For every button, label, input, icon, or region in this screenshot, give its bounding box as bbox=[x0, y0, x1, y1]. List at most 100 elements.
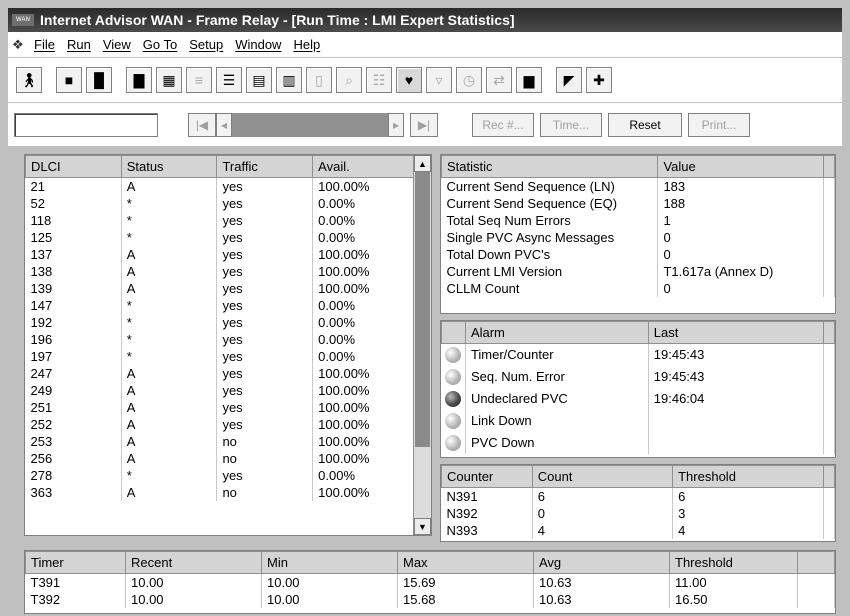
statistic-row[interactable]: CLLM Count 0 bbox=[441, 279, 836, 297]
print-button[interactable]: Print... bbox=[688, 113, 750, 137]
alarm-row[interactable]: Link Down bbox=[441, 409, 836, 432]
value-header[interactable]: Value bbox=[657, 155, 824, 178]
scroll-right-icon[interactable]: ▸ bbox=[388, 113, 404, 137]
scroll-down-icon[interactable]: ▼ bbox=[414, 518, 431, 535]
histogram-icon[interactable]: ▆ bbox=[516, 67, 542, 93]
timer-row[interactable]: T392 10.00 10.00 15.68 10.63 16.50 bbox=[25, 590, 835, 608]
statistic-row[interactable]: Current LMI Version T1.617a (Annex D) bbox=[441, 262, 836, 280]
hex-view-icon[interactable]: ▤ bbox=[246, 67, 272, 93]
dlci-row[interactable]: 118 * yes 0.00% bbox=[25, 211, 414, 229]
count-header[interactable]: Count bbox=[531, 465, 674, 488]
dlci-row[interactable]: 147 * yes 0.00% bbox=[25, 296, 414, 314]
toolbar: 🚶︎ ■ ▐▌ ▇ ▦ ≡ ☰ ▤ ▥ ▯ ⌕ ☷ ♥ ▿ ◷ ⇄ ▆ ◤ ✚ bbox=[8, 58, 842, 102]
statistic-row[interactable]: Current Send Sequence (LN) 183 bbox=[441, 177, 836, 195]
statistic-header[interactable]: Statistic bbox=[440, 155, 659, 178]
dlci-row[interactable]: 196 * yes 0.00% bbox=[25, 330, 414, 348]
dlci-row[interactable]: 192 * yes 0.00% bbox=[25, 313, 414, 331]
time-button[interactable]: Time... bbox=[540, 113, 602, 137]
timer-header[interactable]: Timer bbox=[25, 551, 126, 574]
decode-view-icon[interactable]: ☰ bbox=[216, 67, 242, 93]
min-header[interactable]: Min bbox=[261, 551, 398, 574]
pause-icon[interactable]: ▐▌ bbox=[86, 67, 112, 93]
alarm-row[interactable]: PVC Down bbox=[441, 431, 836, 454]
dlci-scrollbar[interactable]: ▲ ▼ bbox=[413, 155, 431, 535]
record-display-field[interactable] bbox=[14, 113, 158, 137]
statistic-row[interactable]: Single PVC Async Messages 0 bbox=[441, 228, 836, 246]
scroll-left-icon[interactable]: ◂ bbox=[216, 113, 232, 137]
dlci-row[interactable]: 249 Ayes 100.00% bbox=[25, 381, 414, 399]
dlci-row[interactable]: 363 Ano 100.00% bbox=[25, 483, 414, 501]
status-cell: * bbox=[121, 347, 218, 365]
title-bar[interactable]: WAN Internet Advisor WAN - Frame Relay -… bbox=[8, 8, 842, 32]
traffic-cell: yes bbox=[216, 262, 314, 280]
menu-view[interactable]: View bbox=[103, 37, 131, 52]
menu-window[interactable]: Window bbox=[235, 37, 281, 52]
counter-row[interactable]: N392 0 3 bbox=[441, 504, 836, 522]
alarm-last-time: 19:45:43 bbox=[648, 343, 824, 366]
text-view-icon[interactable]: ≡ bbox=[186, 67, 212, 93]
transfer-icon[interactable]: ⇄ bbox=[486, 67, 512, 93]
timer-threshold-header[interactable]: Threshold bbox=[669, 551, 798, 574]
max-header[interactable]: Max bbox=[397, 551, 534, 574]
dlci-row[interactable]: 252 Ayes 100.00% bbox=[25, 415, 414, 433]
threshold-header[interactable]: Threshold bbox=[672, 465, 824, 488]
alarm-row[interactable]: Undeclared PVC 19:46:04 bbox=[441, 387, 836, 410]
menu-file[interactable]: File bbox=[34, 37, 55, 52]
add-icon[interactable]: ✚ bbox=[586, 67, 612, 93]
alarm-row[interactable]: Seq. Num. Error 19:45:43 bbox=[441, 365, 836, 388]
record-scrollbar[interactable] bbox=[232, 113, 388, 137]
dlci-row[interactable]: 256 Ano 100.00% bbox=[25, 449, 414, 467]
expert-stats-icon[interactable]: ♥ bbox=[396, 67, 422, 93]
recent-header[interactable]: Recent bbox=[125, 551, 262, 574]
bucket-icon[interactable]: ▿ bbox=[426, 67, 452, 93]
dlci-row[interactable]: 247 Ayes 100.00% bbox=[25, 364, 414, 382]
rec-button[interactable]: Rec #... bbox=[472, 113, 534, 137]
scroll-up-icon[interactable]: ▲ bbox=[414, 155, 431, 172]
traffic-header[interactable]: Traffic bbox=[216, 155, 314, 178]
pointer-icon[interactable]: ◤ bbox=[556, 67, 582, 93]
statistic-row[interactable]: Current Send Sequence (EQ) 188 bbox=[441, 194, 836, 212]
menu-help[interactable]: Help bbox=[293, 37, 320, 52]
dlci-row[interactable]: 138 Ayes 100.00% bbox=[25, 262, 414, 280]
menu-run[interactable]: Run bbox=[67, 37, 91, 52]
dlci-row[interactable]: 139 Ayes 100.00% bbox=[25, 279, 414, 297]
run-person-icon[interactable]: 🚶︎ bbox=[16, 67, 42, 93]
stop-icon[interactable]: ■ bbox=[56, 67, 82, 93]
dlci-header[interactable]: DLCI bbox=[25, 155, 122, 178]
doc-view-icon[interactable]: ▯ bbox=[306, 67, 332, 93]
dlci-row[interactable]: 125 * yes 0.00% bbox=[25, 228, 414, 246]
reset-button[interactable]: Reset bbox=[608, 113, 682, 137]
menu-goto[interactable]: Go To bbox=[143, 37, 177, 52]
counter-row[interactable]: N391 6 6 bbox=[441, 487, 836, 505]
statistic-row[interactable]: Total Down PVC's 0 bbox=[441, 245, 836, 263]
counter-header[interactable]: Counter bbox=[441, 465, 533, 488]
dlci-row[interactable]: 21 Ayes 100.00% bbox=[25, 177, 414, 195]
menu-setup[interactable]: Setup bbox=[189, 37, 223, 52]
search-view-icon[interactable]: ⌕ bbox=[336, 67, 362, 93]
counter-row[interactable]: N393 4 4 bbox=[441, 521, 836, 539]
avg-header[interactable]: Avg bbox=[533, 551, 670, 574]
scroll-thumb[interactable] bbox=[415, 172, 430, 447]
statistic-row[interactable]: Total Seq Num Errors 1 bbox=[441, 211, 836, 229]
timer-icon[interactable]: ◷ bbox=[456, 67, 482, 93]
grid-view-icon[interactable]: ▥ bbox=[276, 67, 302, 93]
avail-header[interactable]: Avail. bbox=[312, 155, 414, 178]
alarm-header[interactable]: Alarm bbox=[464, 321, 649, 344]
first-record-icon[interactable]: |◀ bbox=[188, 113, 216, 137]
app-menu-icon[interactable]: ❖ bbox=[12, 37, 34, 53]
dlci-row[interactable]: 251 Ayes 100.00% bbox=[25, 398, 414, 416]
dlci-row[interactable]: 197 * yes 0.00% bbox=[25, 347, 414, 365]
last-header[interactable]: Last bbox=[647, 321, 824, 344]
timer-row[interactable]: T391 10.00 10.00 15.69 10.63 11.00 bbox=[25, 573, 835, 591]
network-view-icon[interactable]: ☷ bbox=[366, 67, 392, 93]
dlci-row[interactable]: 278 * yes 0.00% bbox=[25, 466, 414, 484]
alarm-row[interactable]: Timer/Counter 19:45:43 bbox=[441, 343, 836, 366]
dlci-row[interactable]: 137 Ayes 100.00% bbox=[25, 245, 414, 263]
dlci-cell: 192 bbox=[25, 313, 122, 331]
dlci-row[interactable]: 253 Ano 100.00% bbox=[25, 432, 414, 450]
status-header[interactable]: Status bbox=[120, 155, 218, 178]
dlci-row[interactable]: 52 * yes 0.00% bbox=[25, 194, 414, 212]
summary-view-icon[interactable]: ▦ bbox=[156, 67, 182, 93]
bar-chart-icon[interactable]: ▇ bbox=[126, 67, 152, 93]
last-record-icon[interactable]: ▶| bbox=[410, 113, 438, 137]
